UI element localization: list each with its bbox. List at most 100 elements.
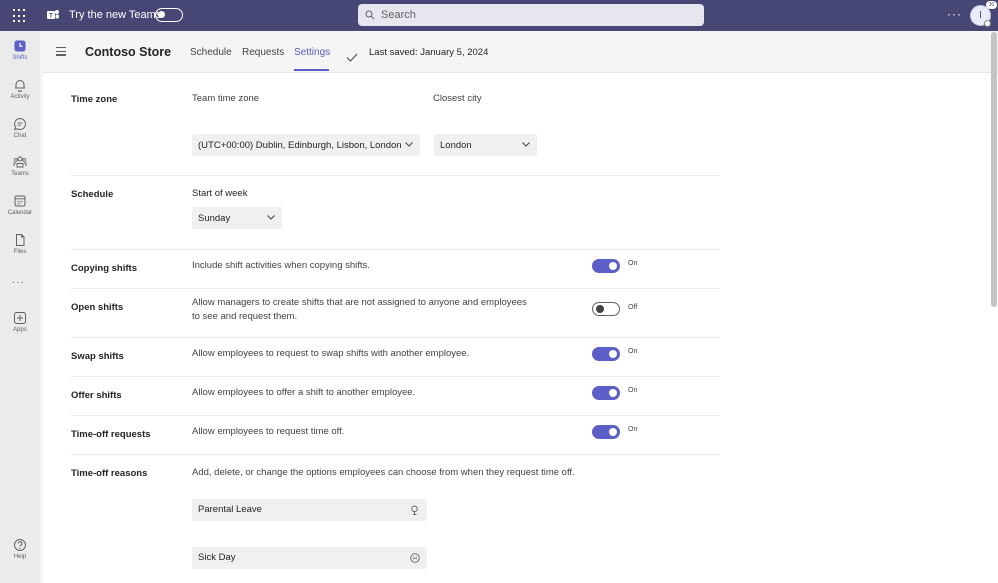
open-shifts-label: Open shifts xyxy=(71,302,124,313)
copying-shifts-label: Copying shifts xyxy=(71,263,137,274)
copying-shifts-state: On xyxy=(628,260,638,267)
closest-city-dropdown[interactable]: London xyxy=(434,134,537,156)
start-of-week-value: Sunday xyxy=(198,212,231,224)
offer-shifts-label: Offer shifts xyxy=(71,390,122,401)
time-off-reasons-label: Time-off reasons xyxy=(71,468,148,479)
help-icon xyxy=(14,539,26,551)
rail-item-teams[interactable]: Teams xyxy=(0,155,40,177)
page-header: Contoso Store Schedule Requests Settings… xyxy=(43,31,998,73)
rail-item-activity[interactable]: Activity xyxy=(0,78,40,100)
offer-shifts-state: On xyxy=(628,387,638,394)
chevron-down-icon xyxy=(405,142,413,147)
chevron-down-icon xyxy=(267,215,275,220)
rail-label-activity: Activity xyxy=(10,94,30,100)
scrollbar[interactable] xyxy=(991,32,997,307)
time-off-reasons-description: Add, delete, or change the options emplo… xyxy=(192,467,575,478)
tab-schedule[interactable]: Schedule xyxy=(190,47,232,58)
team-time-zone-label: Team time zone xyxy=(192,93,260,104)
time-off-reason-name: Parental Leave xyxy=(198,504,262,515)
rail-label-calendar: Calendar xyxy=(7,210,33,216)
time-off-requests-label: Time-off requests xyxy=(71,429,151,440)
closest-city-value: London xyxy=(440,139,472,151)
avatar-badge: 30 xyxy=(986,1,997,9)
rail-label-shifts: Shifts xyxy=(12,55,28,61)
teams-icon xyxy=(13,156,27,168)
time-off-reason-item[interactable]: Parental Leave xyxy=(192,499,427,521)
active-tab-indicator xyxy=(294,69,329,71)
divider xyxy=(71,288,720,289)
bell-icon xyxy=(15,80,25,92)
app-launcher-icon[interactable] xyxy=(13,9,27,23)
search-placeholder: Search xyxy=(381,9,416,21)
rail-item-files[interactable]: Files xyxy=(0,233,40,255)
offer-shifts-description: Allow employees to offer a shift to anot… xyxy=(192,387,416,398)
copying-shifts-toggle[interactable] xyxy=(592,259,620,273)
swap-shifts-description: Allow employees to request to swap shift… xyxy=(192,348,470,359)
start-of-week-label: Start of week xyxy=(192,188,248,199)
rail-item-apps[interactable]: Apps xyxy=(0,311,40,333)
divider xyxy=(71,376,720,377)
time-off-requests-description: Allow employees to request time off. xyxy=(192,426,345,437)
rail-label-apps: Apps xyxy=(13,327,27,333)
search-box[interactable]: Search xyxy=(358,4,704,26)
swap-shifts-label: Swap shifts xyxy=(71,351,124,362)
team-time-zone-value: (UTC+00:00) Dublin, Edinburgh, Lisbon, L… xyxy=(198,139,402,151)
start-of-week-dropdown[interactable]: Sunday xyxy=(192,207,282,229)
copying-shifts-description: Include shift activities when copying sh… xyxy=(192,260,370,271)
teams-logo-icon: T xyxy=(47,10,59,20)
divider xyxy=(71,337,720,338)
last-saved-text: Last saved: January 5, 2024 xyxy=(369,47,489,58)
search-icon xyxy=(365,10,375,20)
sick-icon xyxy=(410,553,420,563)
divider xyxy=(71,249,720,250)
try-new-teams-toggle[interactable] xyxy=(155,8,183,22)
time-off-reason-item[interactable]: Sick Day xyxy=(192,547,427,569)
tab-requests[interactable]: Requests xyxy=(242,47,284,58)
app-rail: Shifts Activity Chat Teams Calendar File… xyxy=(0,31,40,583)
pin-icon xyxy=(411,505,418,515)
team-time-zone-dropdown[interactable]: (UTC+00:00) Dublin, Edinburgh, Lisbon, L… xyxy=(192,134,420,156)
time-zone-label: Time zone xyxy=(71,94,118,105)
rail-label-files: Files xyxy=(13,249,27,255)
rail-more-icon[interactable]: ··· xyxy=(12,277,25,288)
try-new-teams-label: Try the new Teams xyxy=(69,9,162,21)
hamburger-menu-icon[interactable] xyxy=(56,47,66,56)
main-panel: Contoso Store Schedule Requests Settings… xyxy=(43,31,998,583)
time-off-requests-toggle[interactable] xyxy=(592,425,620,439)
rail-item-help[interactable]: Help xyxy=(0,538,40,560)
checkmark-icon xyxy=(346,53,358,62)
rail-label-teams: Teams xyxy=(11,171,29,177)
chat-icon xyxy=(14,117,26,131)
time-off-requests-state: On xyxy=(628,426,638,433)
time-off-reason-name: Sick Day xyxy=(198,552,236,563)
settings-content: Time zone Team time zone Closest city (U… xyxy=(43,73,998,583)
rail-label-chat: Chat xyxy=(13,133,27,139)
tab-settings[interactable]: Settings xyxy=(294,47,330,58)
divider xyxy=(71,415,720,416)
swap-shifts-state: On xyxy=(628,348,638,355)
rail-item-shifts[interactable]: Shifts xyxy=(0,39,40,61)
rail-label-help: Help xyxy=(13,554,27,560)
open-shifts-description-line2: to see and request them. xyxy=(192,311,298,322)
shifts-icon xyxy=(14,40,26,52)
divider xyxy=(71,454,720,455)
divider xyxy=(71,175,720,176)
open-shifts-state: Off xyxy=(628,304,638,311)
offer-shifts-toggle[interactable] xyxy=(592,386,620,400)
page-title: Contoso Store xyxy=(85,45,172,59)
schedule-label: Schedule xyxy=(71,189,114,200)
open-shifts-toggle[interactable] xyxy=(592,302,620,316)
rail-item-calendar[interactable]: Calendar xyxy=(0,194,40,216)
app-top-bar: T Try the new Teams Search ··· I 30 xyxy=(0,0,998,31)
swap-shifts-toggle[interactable] xyxy=(592,347,620,361)
file-icon xyxy=(16,234,25,246)
open-shifts-description-line1: Allow managers to create shifts that are… xyxy=(192,297,527,308)
apps-icon xyxy=(14,312,26,324)
chevron-down-icon xyxy=(522,142,530,147)
presence-status-icon xyxy=(984,20,991,27)
calendar-icon xyxy=(14,195,26,207)
more-options-icon[interactable]: ··· xyxy=(947,7,962,21)
closest-city-label: Closest city xyxy=(433,93,482,104)
svg-text:T: T xyxy=(49,14,53,20)
rail-item-chat[interactable]: Chat xyxy=(0,117,40,139)
